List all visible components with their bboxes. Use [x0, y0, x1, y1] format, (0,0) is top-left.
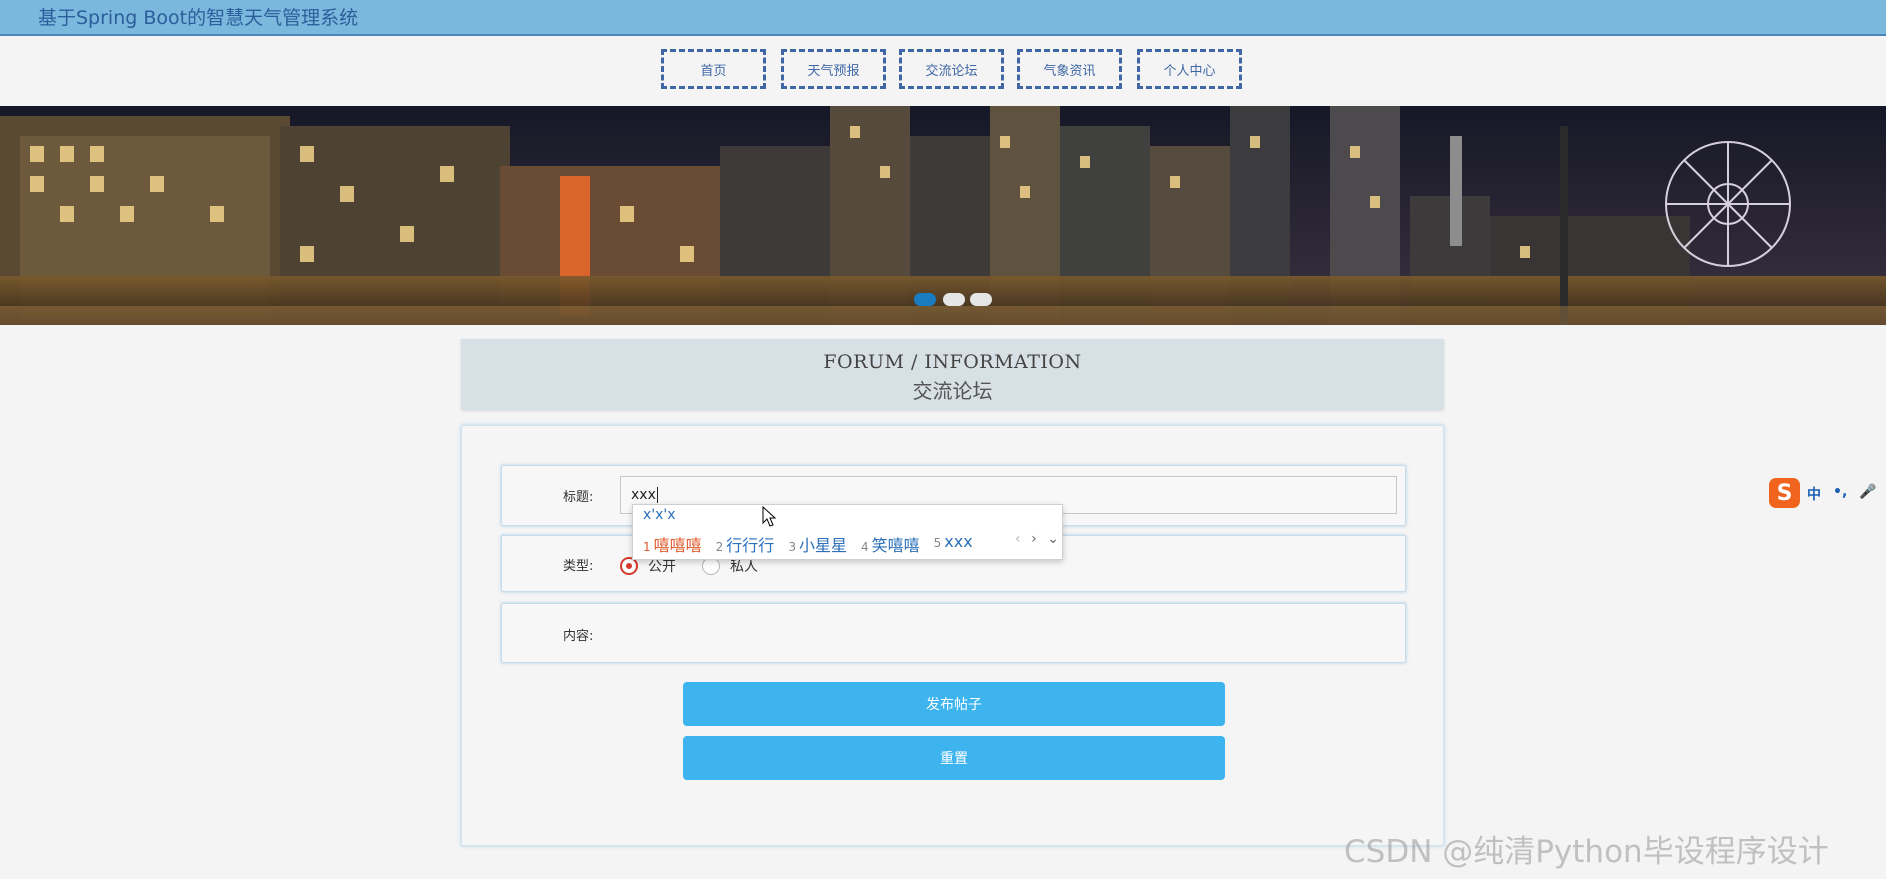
- watermark: CSDN @纯清Python毕设程序设计: [1344, 834, 1829, 870]
- carousel-dot-2[interactable]: [943, 293, 965, 306]
- content-row[interactable]: 内容:: [501, 603, 1406, 663]
- title-input-value: xxx: [631, 487, 656, 503]
- nav-item-home[interactable]: 首页: [661, 49, 766, 89]
- carousel-dot-1[interactable]: [914, 293, 936, 306]
- reset-button[interactable]: 重置: [683, 736, 1225, 780]
- ime-toolbar-items: 中 •, 🎤 ⊞: [1807, 484, 1886, 504]
- candidate-text: xxx: [944, 532, 973, 551]
- type-label: 类型:: [563, 559, 594, 574]
- section-title-cn: 交流论坛: [912, 379, 993, 403]
- app-title: 基于Spring Boot的智慧天气管理系统: [38, 7, 359, 29]
- ime-candidate-1[interactable]: 1 嘻嘻嘻: [643, 532, 702, 556]
- ime-punctuation-icon[interactable]: •,: [1833, 484, 1847, 504]
- ime-page-nav: ‹ › ⌄: [1015, 531, 1059, 551]
- candidate-number: 5: [933, 536, 942, 550]
- nav-item-personal-center[interactable]: 个人中心: [1137, 49, 1242, 89]
- candidate-number: 2: [715, 540, 724, 554]
- ime-candidate-list: 1 嘻嘻嘻 2 行行行 3 小星星 4 笑嘻嘻 5 xxx: [643, 532, 987, 556]
- sogou-logo-icon[interactable]: S: [1769, 478, 1800, 508]
- candidate-text: 小星星: [798, 536, 847, 555]
- section-title-en: FORUM / INFORMATION: [823, 351, 1082, 373]
- ime-candidate-2[interactable]: 2 行行行: [716, 532, 775, 556]
- ime-candidate-3[interactable]: 3 小星星: [788, 532, 847, 556]
- candidate-text: 笑嘻嘻: [871, 536, 920, 555]
- ime-candidate-5[interactable]: 5 xxx: [934, 532, 973, 556]
- ime-candidate-popup: x'x'x 1 嘻嘻嘻 2 行行行 3 小星星 4 笑嘻嘻 5 xxx ‹ › ⌄: [632, 504, 1063, 560]
- nav-item-forum[interactable]: 交流论坛: [899, 49, 1004, 89]
- candidate-text: 行行行: [726, 536, 775, 555]
- section-header: FORUM / INFORMATION 交流论坛: [461, 339, 1444, 410]
- mouse-cursor-icon: [762, 506, 777, 527]
- content-label: 内容:: [563, 629, 594, 644]
- main-nav: 首页 天气预报 交流论坛 气象资讯 个人中心: [0, 49, 1886, 93]
- carousel-dot-3[interactable]: [970, 293, 992, 306]
- ime-candidate-4[interactable]: 4 笑嘻嘻: [861, 532, 920, 556]
- text-caret: [656, 487, 658, 503]
- ime-composition: x'x'x: [643, 507, 676, 523]
- ime-mode-toggle[interactable]: 中: [1807, 484, 1821, 504]
- candidate-text: 嘻嘻嘻: [653, 536, 702, 555]
- top-header: 基于Spring Boot的智慧天气管理系统: [0, 0, 1886, 36]
- candidate-number: 3: [788, 540, 796, 554]
- title-label: 标题:: [563, 490, 594, 505]
- post-form: 标题: xxx 类型: 公开 私人 内容: 发布帖子 重置: [461, 425, 1444, 846]
- publish-post-button[interactable]: 发布帖子: [683, 682, 1225, 726]
- ime-toolbar: S 中 •, 🎤 ⊞: [1769, 478, 1886, 510]
- carousel-indicators: [0, 293, 1886, 307]
- nav-item-weather-news[interactable]: 气象资讯: [1017, 49, 1122, 89]
- candidate-number: 1: [643, 540, 651, 554]
- microphone-icon[interactable]: 🎤: [1859, 484, 1876, 504]
- ime-expand-icon[interactable]: ⌄: [1047, 531, 1059, 551]
- ime-next-icon[interactable]: ›: [1031, 531, 1037, 551]
- nav-item-weather-forecast[interactable]: 天气预报: [781, 49, 886, 89]
- ime-prev-icon[interactable]: ‹: [1015, 531, 1021, 551]
- candidate-number: 4: [860, 540, 869, 554]
